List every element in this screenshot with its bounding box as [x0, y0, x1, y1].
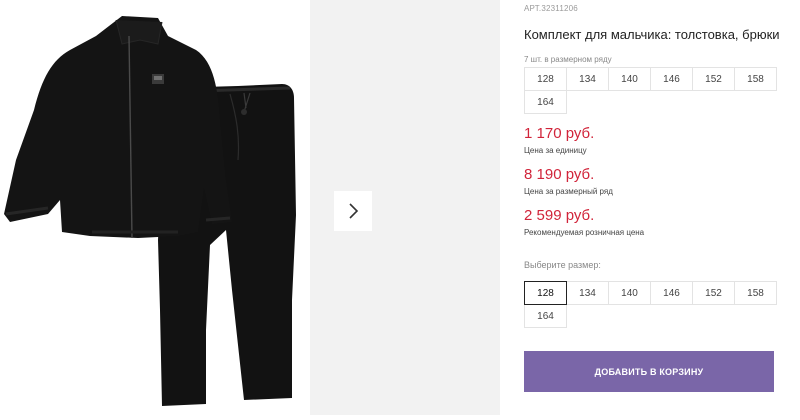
chevron-right-icon: [349, 203, 359, 219]
size-option[interactable]: 164: [524, 304, 567, 328]
size-option[interactable]: 140: [608, 281, 651, 305]
retail-price-caption: Рекомендуемая розничная цена: [524, 228, 645, 237]
size-option[interactable]: 158: [734, 281, 777, 305]
size-option[interactable]: 152: [692, 281, 735, 305]
size-range-grid: 128 134 140 146 152 158 164: [524, 67, 777, 114]
size-range-cell: 158: [734, 67, 777, 91]
size-option[interactable]: 134: [566, 281, 609, 305]
article-label: АРТ.: [524, 4, 542, 13]
size-range-cell: 128: [524, 67, 567, 91]
next-image-button[interactable]: [334, 191, 372, 231]
unit-price: 1 170 руб.: [524, 125, 595, 142]
article-code: АРТ.32311206: [524, 4, 578, 13]
size-range-note: 7 шт. в размерном ряду: [524, 55, 612, 64]
size-range-cell: 134: [566, 67, 609, 91]
range-price-caption: Цена за размерный ряд: [524, 187, 613, 196]
product-image: [4, 16, 296, 406]
range-price: 8 190 руб.: [524, 166, 595, 183]
add-to-cart-button[interactable]: ДОБАВИТЬ В КОРЗИНУ: [524, 351, 774, 392]
product-photo[interactable]: [0, 0, 308, 415]
size-range-cell: 146: [650, 67, 693, 91]
product-title: Комплект для мальчика: толстовка, брюки: [524, 27, 780, 42]
unit-price-caption: Цена за единицу: [524, 146, 587, 155]
size-range-cell: 140: [608, 67, 651, 91]
size-range-cell: 164: [524, 90, 567, 114]
size-option-selected[interactable]: 128: [524, 281, 567, 305]
size-selector: 128 134 140 146 152 158 164: [524, 281, 777, 328]
article-number: 32311206: [541, 4, 578, 13]
size-option[interactable]: 146: [650, 281, 693, 305]
product-gallery: [0, 0, 500, 415]
retail-price: 2 599 руб.: [524, 207, 595, 224]
size-range-cell: 152: [692, 67, 735, 91]
choose-size-label: Выберите размер:: [524, 260, 601, 270]
